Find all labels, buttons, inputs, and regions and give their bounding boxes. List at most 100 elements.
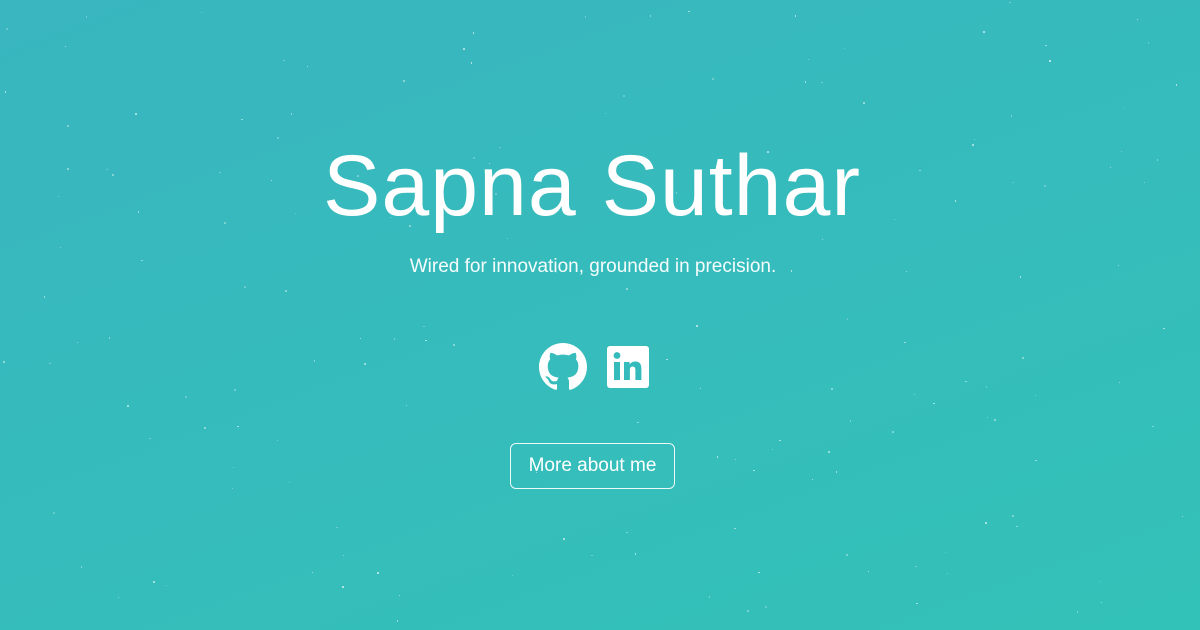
- star-dot: [185, 396, 187, 398]
- star-dot: [584, 16, 586, 18]
- star-dot: [994, 419, 996, 421]
- github-link[interactable]: [539, 343, 587, 391]
- star-dot: [313, 360, 316, 362]
- star-dot: [506, 237, 509, 240]
- star-dot: [983, 31, 985, 33]
- linkedin-link[interactable]: [604, 343, 652, 391]
- star-dot: [342, 554, 345, 557]
- star-dot: [377, 572, 379, 574]
- star-dot: [985, 386, 987, 388]
- star-dot: [849, 420, 852, 422]
- star-dot: [393, 338, 396, 340]
- star-dot: [237, 425, 239, 428]
- star-dot: [1163, 327, 1165, 330]
- star-dot: [1034, 394, 1037, 397]
- star-dot: [67, 125, 69, 127]
- star-dot: [336, 526, 338, 529]
- star-dot: [867, 570, 870, 573]
- star-dot: [913, 393, 916, 396]
- star-dot: [306, 65, 309, 67]
- star-dot: [804, 81, 807, 83]
- star-dot: [753, 469, 755, 472]
- star-dot: [6, 28, 8, 30]
- star-dot: [453, 344, 455, 346]
- star-dot: [634, 553, 636, 555]
- star-dot: [59, 246, 62, 249]
- star-dot: [904, 341, 906, 344]
- star-dot: [241, 118, 243, 121]
- star-dot: [149, 437, 151, 440]
- page-title: Sapna Suthar: [323, 138, 861, 234]
- star-dot: [127, 405, 129, 407]
- star-dot: [986, 416, 989, 419]
- star-dot: [863, 102, 865, 104]
- tagline: Wired for innovation, grounded in precis…: [409, 256, 777, 277]
- star-dot: [403, 80, 405, 82]
- star-dot: [626, 288, 628, 290]
- star-dot: [563, 538, 565, 540]
- star-dot: [779, 439, 781, 441]
- star-dot: [916, 602, 918, 605]
- star-dot: [985, 522, 987, 524]
- star-dot: [1016, 525, 1018, 528]
- star-dot: [846, 318, 849, 320]
- star-dot: [623, 95, 625, 97]
- star-dot: [1010, 115, 1012, 117]
- star-dot: [49, 362, 51, 364]
- star-dot: [965, 380, 967, 382]
- star-dot: [396, 620, 399, 622]
- star-dot: [765, 606, 767, 608]
- star-dot: [843, 47, 846, 50]
- linkedin-icon: [607, 346, 649, 388]
- star-dot: [835, 471, 838, 473]
- star-dot: [688, 10, 690, 13]
- star-dot: [821, 81, 823, 83]
- star-dot: [4, 91, 6, 93]
- star-dot: [290, 113, 293, 115]
- star-dot: [398, 594, 401, 597]
- star-dot: [1123, 106, 1125, 108]
- star-dot: [85, 16, 88, 18]
- star-dot: [511, 574, 514, 576]
- star-dot: [285, 290, 287, 292]
- star-dot: [699, 387, 701, 390]
- hero-section: Sapna Suthar Wired for innovation, groun…: [0, 0, 1200, 630]
- star-dot: [649, 15, 652, 17]
- star-dot: [846, 554, 848, 556]
- star-dot: [288, 481, 290, 484]
- star-dot: [405, 404, 408, 407]
- star-dot: [425, 339, 427, 342]
- star-dot: [1100, 601, 1103, 604]
- star-dot: [244, 286, 246, 288]
- star-dot: [283, 59, 285, 62]
- star-dot: [892, 431, 894, 433]
- star-dot: [135, 113, 137, 115]
- social-links: [539, 343, 652, 391]
- star-dot: [342, 586, 344, 588]
- star-dot: [463, 48, 465, 50]
- star-dot: [758, 571, 760, 573]
- star-dot: [276, 439, 278, 441]
- star-dot: [3, 361, 5, 363]
- star-dot: [472, 32, 475, 34]
- star-dot: [231, 487, 234, 489]
- star-dot: [1009, 1, 1011, 3]
- star-dot: [821, 238, 824, 241]
- star-dot: [232, 466, 235, 468]
- more-about-me-button[interactable]: More about me: [510, 443, 675, 489]
- star-dot: [53, 512, 55, 514]
- star-dot: [1035, 459, 1037, 461]
- star-dot: [43, 296, 46, 298]
- star-dot: [716, 456, 719, 458]
- star-dot: [117, 596, 120, 599]
- star-dot: [1099, 580, 1102, 582]
- star-dot: [1118, 381, 1121, 384]
- star-dot: [1012, 515, 1014, 517]
- star-dot: [80, 566, 83, 568]
- star-dot: [76, 341, 79, 344]
- star-dot: [1076, 611, 1078, 613]
- star-dot: [915, 565, 917, 568]
- star-dot: [696, 325, 698, 327]
- star-dot: [734, 458, 737, 461]
- github-icon: [539, 343, 587, 390]
